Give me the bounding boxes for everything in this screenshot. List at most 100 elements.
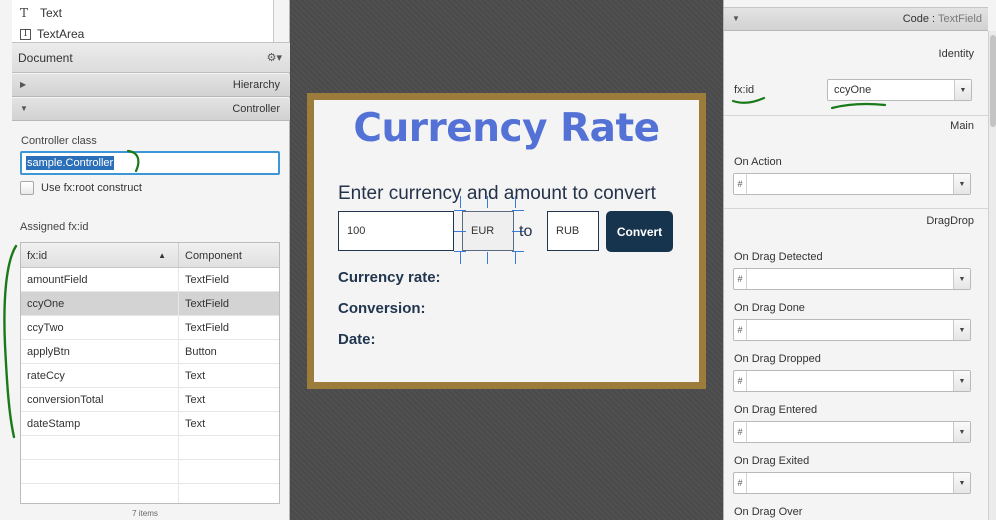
column-header-component[interactable]: Component bbox=[179, 243, 242, 268]
table-row[interactable]: applyBtn Button bbox=[21, 340, 279, 364]
dropdown-arrow-icon[interactable]: ▼ bbox=[953, 320, 970, 340]
dropdown-arrow-icon[interactable]: ▼ bbox=[953, 371, 970, 391]
collapse-arrow-icon: ▼ bbox=[20, 104, 28, 113]
cell-component: Text bbox=[185, 369, 206, 382]
ccy-two-field[interactable]: RUB bbox=[547, 211, 599, 251]
on-action-field[interactable]: # ▼ bbox=[733, 173, 971, 195]
controller-class-input[interactable]: sample.Controller bbox=[20, 151, 280, 175]
table-row[interactable]: ccyTwo TextField bbox=[21, 316, 279, 340]
conversion-label[interactable]: Conversion: bbox=[338, 300, 426, 317]
hierarchy-section[interactable]: ▶ Hierarchy bbox=[12, 74, 290, 97]
date-label[interactable]: Date: bbox=[338, 331, 376, 348]
fxroot-checkbox[interactable] bbox=[20, 181, 34, 195]
currency-form[interactable]: Currency Rate Enter currency and amount … bbox=[307, 93, 706, 389]
cell-component: TextField bbox=[185, 273, 230, 286]
cell-fxid: amountField bbox=[21, 268, 179, 291]
form-subtitle[interactable]: Enter currency and amount to convert bbox=[338, 183, 656, 205]
design-canvas[interactable]: Currency Rate Enter currency and amount … bbox=[291, 0, 723, 520]
convert-button[interactable]: Convert bbox=[606, 211, 673, 252]
hash-icon: # bbox=[734, 473, 747, 493]
cell-fxid: applyBtn bbox=[21, 340, 179, 363]
dropdown-arrow-icon[interactable]: ▼ bbox=[953, 269, 970, 289]
dropdown-arrow-icon[interactable]: ▼ bbox=[953, 422, 970, 442]
fxid-combo[interactable]: ccyOne ▼ bbox=[827, 79, 972, 101]
table-header: fx:id ▲ Component bbox=[21, 243, 279, 268]
selection-handle[interactable] bbox=[487, 196, 488, 208]
left-panel: T Text I TextArea Document ⚙▾ ▶ Hierarch… bbox=[0, 0, 290, 520]
library-item-label: Text bbox=[40, 6, 63, 20]
scrollbar-thumb[interactable] bbox=[990, 35, 996, 127]
handler-field[interactable]: # ▼ bbox=[733, 421, 971, 443]
controller-label: Controller bbox=[232, 103, 280, 115]
dropdown-arrow-icon[interactable]: ▼ bbox=[953, 473, 970, 493]
text-icon: T bbox=[20, 6, 29, 20]
table-row[interactable]: ccyOne TextField bbox=[21, 292, 279, 316]
dropdown-arrow-icon[interactable]: ▼ bbox=[953, 174, 970, 194]
selection-handle[interactable] bbox=[460, 196, 461, 208]
divider bbox=[724, 208, 988, 209]
table-row[interactable] bbox=[21, 460, 279, 484]
cell-component: TextField bbox=[185, 321, 230, 334]
handler-label: On Drag Detected bbox=[734, 251, 823, 263]
code-section-header[interactable]: ▼ Code : TextField bbox=[724, 7, 988, 31]
to-label[interactable]: to bbox=[519, 223, 532, 241]
cell-fxid: ccyTwo bbox=[21, 316, 179, 339]
handler-field[interactable]: # ▼ bbox=[733, 268, 971, 290]
hash-icon: # bbox=[734, 371, 747, 391]
collapse-arrow-icon: ▼ bbox=[732, 14, 740, 23]
handler-field[interactable]: # ▼ bbox=[733, 319, 971, 341]
textarea-icon: I bbox=[20, 28, 31, 40]
column-header-fxid[interactable]: fx:id ▲ bbox=[21, 243, 179, 268]
library-item-textarea[interactable]: I TextArea bbox=[20, 25, 84, 43]
cell-fxid bbox=[21, 436, 179, 459]
controller-class-value: sample.Controller bbox=[26, 156, 115, 170]
cell-component bbox=[179, 460, 185, 483]
cell-component bbox=[179, 436, 185, 459]
controller-section[interactable]: ▼ Controller bbox=[12, 98, 290, 121]
selection-handle[interactable] bbox=[487, 252, 488, 264]
inspector-panel: ▼ Code : TextField Identity fx:id ccyOne… bbox=[723, 0, 996, 520]
amount-field[interactable]: 100 bbox=[338, 211, 454, 251]
selection-handle[interactable] bbox=[512, 210, 524, 211]
ccy-one-field[interactable]: EUR bbox=[462, 211, 514, 251]
handler-field[interactable]: # ▼ bbox=[733, 370, 971, 392]
cell-component: Button bbox=[185, 345, 217, 358]
selection-handle[interactable] bbox=[512, 251, 524, 252]
handler-field[interactable]: # ▼ bbox=[733, 472, 971, 494]
cell-fxid bbox=[21, 484, 179, 503]
fxid-value: ccyOne bbox=[834, 84, 872, 96]
cell-component: Text bbox=[185, 417, 206, 430]
table-row[interactable]: rateCcy Text bbox=[21, 364, 279, 388]
controller-class-label: Controller class bbox=[21, 135, 97, 147]
table-row[interactable]: amountField TextField bbox=[21, 268, 279, 292]
selection-handle[interactable] bbox=[454, 231, 466, 232]
selection-handle[interactable] bbox=[515, 252, 516, 264]
cell-fxid: ccyOne bbox=[21, 292, 179, 315]
table-row[interactable] bbox=[21, 484, 279, 503]
dropdown-arrow-icon[interactable]: ▼ bbox=[954, 80, 971, 100]
cell-fxid: dateStamp bbox=[21, 412, 179, 435]
cell-fxid bbox=[21, 460, 179, 483]
table-row[interactable] bbox=[21, 436, 279, 460]
inspector-scrollbar[interactable] bbox=[988, 31, 996, 520]
library-item-text[interactable]: T Text bbox=[20, 4, 62, 22]
fxroot-checkbox-row[interactable]: Use fx:root construct bbox=[20, 181, 142, 195]
library-item-label: TextArea bbox=[37, 27, 85, 41]
document-header: Document ⚙▾ bbox=[12, 42, 290, 73]
hash-icon: # bbox=[734, 320, 747, 340]
fxid-label: fx:id bbox=[734, 84, 755, 96]
gear-icon[interactable]: ⚙▾ bbox=[267, 51, 282, 64]
handler-label: On Drag Dropped bbox=[734, 353, 821, 365]
on-action-label: On Action bbox=[734, 156, 782, 168]
selection-handle[interactable] bbox=[454, 210, 466, 211]
divider bbox=[724, 115, 988, 116]
cell-component: TextField bbox=[185, 297, 230, 310]
table-body: amountField TextField ccyOne TextField ccyTw… bbox=[21, 268, 279, 503]
selection-handle[interactable] bbox=[460, 252, 461, 264]
currency-rate-label[interactable]: Currency rate: bbox=[338, 269, 441, 286]
selection-handle[interactable] bbox=[515, 196, 516, 208]
table-row[interactable]: dateStamp Text bbox=[21, 412, 279, 436]
form-title[interactable]: Currency Rate bbox=[314, 106, 699, 151]
table-row[interactable]: conversionTotal Text bbox=[21, 388, 279, 412]
identity-label: Identity bbox=[938, 48, 974, 60]
